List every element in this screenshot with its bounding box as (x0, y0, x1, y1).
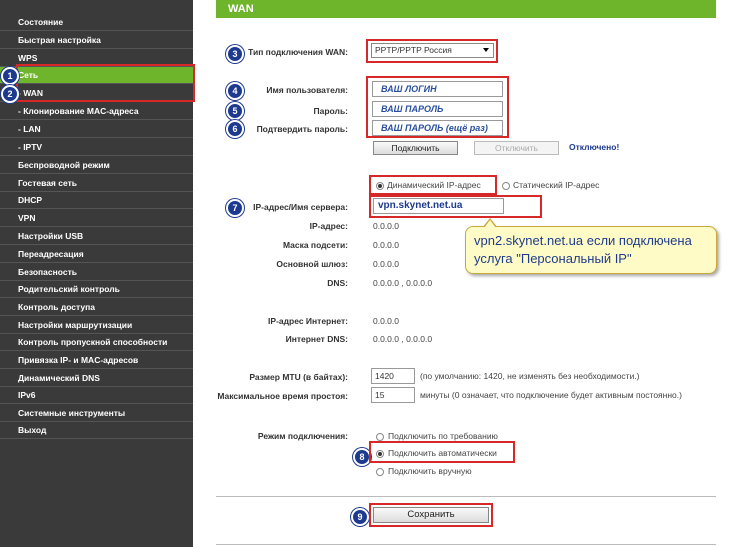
connection-status: Отключено! (569, 142, 620, 152)
chevron-down-icon (483, 48, 489, 52)
internet-dns-value: 0.0.0.0 , 0.0.0.0 (373, 334, 433, 344)
sidebar-item-vpn[interactable]: VPN (0, 210, 193, 227)
connection-type-select[interactable]: PPTP/PPTP Россия (371, 43, 494, 58)
idle-time-input[interactable]: 15 (371, 387, 415, 403)
gateway-value: 0.0.0.0 (373, 259, 399, 269)
subnet-mask-label: Маска подсети: (282, 240, 348, 250)
dns-label: DNS: (327, 278, 348, 288)
bottom-divider (216, 544, 716, 545)
static-ip-label: Статический IP-адрес (513, 180, 600, 190)
callout-pointer-fill (484, 220, 496, 228)
hint-callout: vpn2.skynet.net.ua если подключена услуг… (465, 226, 717, 274)
gateway-label: Основной шлюз: (276, 259, 348, 269)
username-input[interactable]: ВАШ ЛОГИН (372, 81, 503, 97)
step-badge-2: 2 (1, 85, 19, 103)
password-label: Пароль: (313, 106, 348, 116)
sidebar-item-security[interactable]: Безопасность (0, 264, 193, 281)
sidebar-highlight-box (16, 64, 195, 102)
confirm-password-input[interactable]: ВАШ ПАРОЛЬ (ещё раз) (372, 120, 503, 136)
disconnect-button[interactable]: Отключить (474, 141, 559, 155)
save-button[interactable]: Сохранить (373, 507, 489, 523)
mtu-input[interactable]: 1420 (371, 368, 415, 384)
ip-address-value: 0.0.0.0 (373, 221, 399, 231)
sidebar-item-bandwidth[interactable]: Контроль пропускной способности (0, 334, 193, 351)
mtu-note: (по умолчанию: 1420, не изменять без нео… (420, 371, 640, 381)
sidebar-item-mac-clone[interactable]: - Клонирование MAC-адреса (0, 103, 193, 120)
dynamic-ip-radio[interactable] (376, 182, 384, 190)
sidebar-item-dhcp[interactable]: DHCP (0, 192, 193, 209)
internet-ip-value: 0.0.0.0 (373, 316, 399, 326)
static-ip-radio[interactable] (502, 182, 510, 190)
connect-button[interactable]: Подключить (373, 141, 458, 155)
internet-dns-label: Интернет DNS: (285, 334, 348, 344)
sidebar-item-forwarding[interactable]: Переадресация (0, 246, 193, 263)
sidebar-item-status[interactable]: Состояние (0, 14, 193, 31)
sidebar-item-ip-mac-binding[interactable]: Привязка IP- и MAC-адресов (0, 352, 193, 369)
sidebar-item-parental-control[interactable]: Родительский контроль (0, 281, 193, 298)
sidebar-item-wireless[interactable]: Беспроводной режим (0, 157, 193, 174)
subnet-mask-value: 0.0.0.0 (373, 240, 399, 250)
sidebar-item-lan[interactable]: - LAN (0, 121, 193, 138)
sidebar-item-routing[interactable]: Настройки маршрутизации (0, 317, 193, 334)
manual-connect-radio[interactable] (376, 468, 384, 476)
sidebar-item-system-tools[interactable]: Системные инструменты (0, 405, 193, 422)
auto-connect-radio[interactable] (376, 450, 384, 458)
sidebar-item-guest-network[interactable]: Гостевая сеть (0, 175, 193, 192)
page-title: WAN (216, 0, 716, 18)
username-label: Имя пользователя: (266, 85, 348, 95)
sidebar-item-usb[interactable]: Настройки USB (0, 228, 193, 245)
mtu-label: Размер MTU (в байтах): (249, 372, 348, 382)
connection-type-label: Тип подключения WAN: (248, 47, 348, 57)
server-label: IP-адрес/Имя сервера: (253, 202, 348, 212)
sidebar-item-ipv6[interactable]: IPv6 (0, 387, 193, 404)
idle-time-note: минуты (0 означает, что подключение буде… (420, 390, 682, 400)
internet-ip-label: IP-адрес Интернет: (268, 316, 348, 326)
ip-address-label: IP-адрес: (309, 221, 348, 231)
sidebar-item-ddns[interactable]: Динамический DNS (0, 370, 193, 387)
sidebar-item-access-control[interactable]: Контроль доступа (0, 299, 193, 316)
password-input[interactable]: ВАШ ПАРОЛЬ (372, 101, 503, 117)
sidebar-item-iptv[interactable]: - IPTV (0, 139, 193, 156)
auto-connect-label: Подключить автоматически (388, 448, 497, 458)
connection-mode-label: Режим подключения: (257, 431, 348, 441)
manual-connect-label: Подключить вручную (388, 466, 472, 476)
idle-time-label: Максимальное время простоя: (217, 391, 348, 401)
footer-divider (216, 496, 716, 497)
step-badge-9: 9 (351, 508, 369, 526)
sidebar-item-quick-setup[interactable]: Быстрая настройка (0, 32, 193, 49)
step-badge-1: 1 (1, 67, 19, 85)
on-demand-label: Подключить по требованию (388, 431, 498, 441)
dynamic-ip-label: Динамический IP-адрес (387, 180, 481, 190)
dns-value: 0.0.0.0 , 0.0.0.0 (373, 278, 433, 288)
sidebar-item-logout[interactable]: Выход (0, 422, 193, 439)
confirm-password-label: Подтвердить пароль: (256, 124, 348, 134)
server-input[interactable]: vpn.skynet.net.ua (373, 198, 504, 214)
on-demand-radio[interactable] (376, 433, 384, 441)
connection-type-value: PPTP/PPTP Россия (375, 45, 452, 55)
